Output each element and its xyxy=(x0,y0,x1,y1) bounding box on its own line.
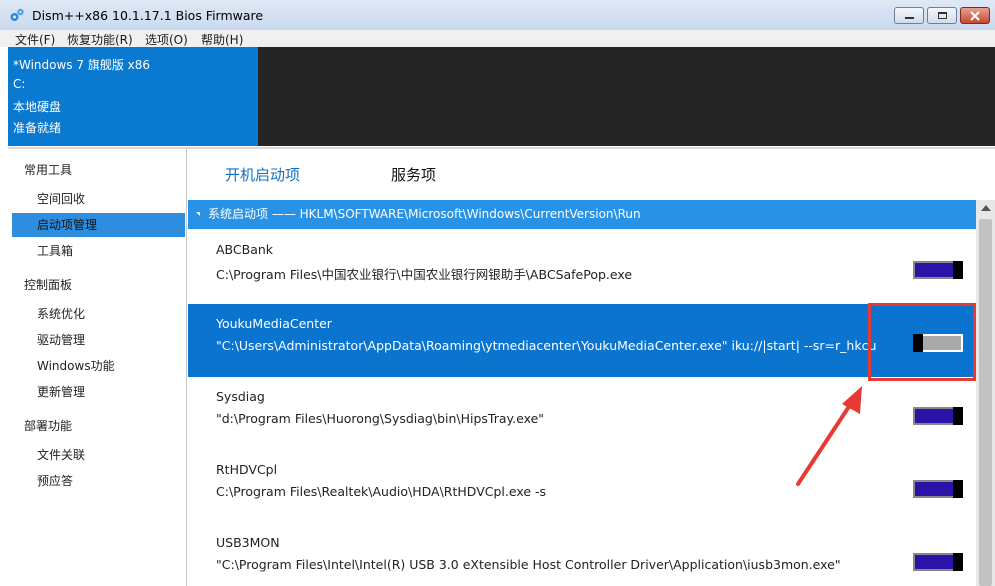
sidebar-item-system-optimize[interactable]: 系统优化 xyxy=(12,302,185,326)
scroll-up-arrow-icon[interactable] xyxy=(981,205,991,211)
entry-path: "C:\Program Files\Intel\Intel(R) USB 3.0… xyxy=(216,557,841,572)
sidebar-item-toolbox[interactable]: 工具箱 xyxy=(12,239,185,263)
status-text: 准备就绪 xyxy=(13,121,62,135)
toggle-knob xyxy=(953,553,963,571)
system-info-panel[interactable]: *Windows 7 旗舰版 x86 C: 本地硬盘 准备就绪 xyxy=(8,47,258,146)
menu-restore[interactable]: 恢复功能(R) xyxy=(67,31,133,48)
window-title: Dism++x86 10.1.17.1 Bios Firmware xyxy=(32,8,264,23)
scrollbar-thumb[interactable] xyxy=(979,219,992,586)
os-name: *Windows 7 旗舰版 x86 xyxy=(13,58,151,72)
minimize-icon xyxy=(904,17,914,19)
drive-letter: C: xyxy=(13,77,26,91)
menu-file[interactable]: 文件(F) xyxy=(15,31,55,48)
entry-name: RtHDVCpl xyxy=(216,462,278,477)
sidebar-item-startup-manager[interactable]: 启动项管理 xyxy=(12,213,185,237)
sidebar-group-control-panel: 控制面板 xyxy=(24,278,73,292)
annotation-arrow-icon xyxy=(796,386,862,486)
sidebar-group-common-tools: 常用工具 xyxy=(24,163,73,177)
gears-icon xyxy=(10,8,24,21)
tab-services[interactable]: 服务项 xyxy=(391,164,436,185)
entry-path: C:\Program Files\Realtek\Audio\HDA\RtHDV… xyxy=(216,484,547,499)
sidebar-item-driver-manager[interactable]: 驱动管理 xyxy=(12,328,185,352)
maximize-icon xyxy=(937,12,947,19)
startup-entry[interactable]: YoukuMediaCenter "C:\Users\Administrator… xyxy=(188,304,976,377)
menu-options[interactable]: 选项(O) xyxy=(145,31,188,48)
toggle-knob xyxy=(953,407,963,425)
sidebar-item-windows-features[interactable]: Windows功能 xyxy=(12,354,185,378)
sidebar-item-file-association[interactable]: 文件关联 xyxy=(12,443,185,467)
toggle-knob xyxy=(953,261,963,279)
close-icon xyxy=(970,10,980,21)
startup-entry[interactable]: ABCBank C:\Program Files\中国农业银行\中国农业银行网银… xyxy=(188,230,976,303)
entry-path: "d:\Program Files\Huorong\Sysdiag\bin\Hi… xyxy=(216,411,545,426)
entry-toggle[interactable] xyxy=(913,407,963,425)
vertical-scrollbar[interactable] xyxy=(976,200,995,586)
minimize-button[interactable] xyxy=(894,7,924,24)
sidebar-group-deployment: 部署功能 xyxy=(24,419,73,433)
sidebar: 常用工具 空间回收 启动项管理 工具箱 控制面板 系统优化 驱动管理 Windo… xyxy=(8,149,187,586)
close-button[interactable] xyxy=(960,7,990,24)
toggle-knob xyxy=(953,480,963,498)
group-header-label: 系统启动项 —— HKLM\SOFTWARE\Microsoft\Windows… xyxy=(208,207,641,221)
startup-group-header[interactable]: 系统启动项 —— HKLM\SOFTWARE\Microsoft\Windows… xyxy=(188,200,976,229)
entry-name: YoukuMediaCenter xyxy=(216,316,332,331)
entry-toggle[interactable] xyxy=(913,553,963,571)
collapse-caret-icon xyxy=(196,212,200,216)
menu-help[interactable]: 帮助(H) xyxy=(201,31,243,48)
entry-name: ABCBank xyxy=(216,242,274,257)
annotation-highlight-box xyxy=(868,303,976,381)
image-list-panel xyxy=(258,47,995,146)
startup-entry[interactable]: USB3MON "C:\Program Files\Intel\Intel(R)… xyxy=(188,523,976,586)
entry-toggle[interactable] xyxy=(913,261,963,279)
tab-startup-items[interactable]: 开机启动项 xyxy=(225,164,300,185)
entry-name: USB3MON xyxy=(216,535,280,550)
sidebar-item-update-manager[interactable]: 更新管理 xyxy=(12,380,185,404)
maximize-button[interactable] xyxy=(927,7,957,24)
sidebar-item-disk-cleanup[interactable]: 空间回收 xyxy=(12,187,185,211)
entry-path: C:\Program Files\中国农业银行\中国农业银行网银助手\ABCSa… xyxy=(216,267,633,282)
menu-bar: 文件(F) 恢复功能(R) 选项(O) 帮助(H) xyxy=(0,30,995,47)
drive-type: 本地硬盘 xyxy=(13,100,62,114)
entry-path: "C:\Users\Administrator\AppData\Roaming\… xyxy=(216,338,877,353)
entry-name: Sysdiag xyxy=(216,389,265,404)
sidebar-item-answer-file[interactable]: 预应答 xyxy=(12,469,185,493)
entry-toggle[interactable] xyxy=(913,480,963,498)
